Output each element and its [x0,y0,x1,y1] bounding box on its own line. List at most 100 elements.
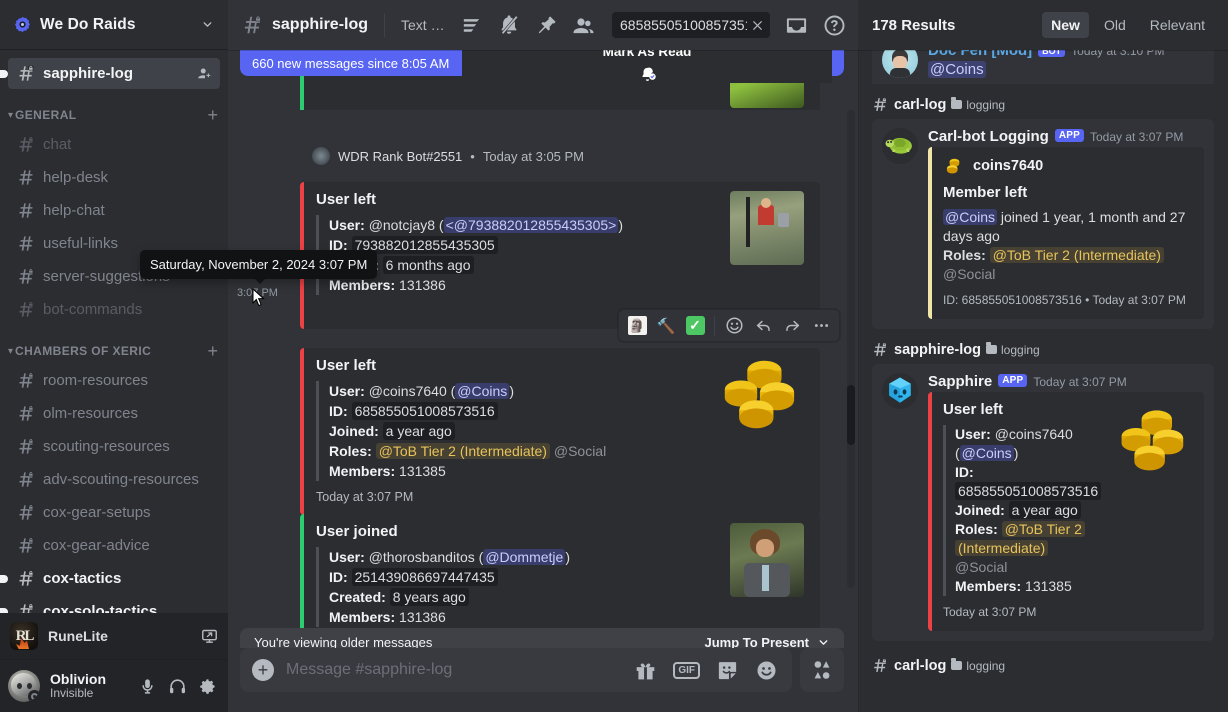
category-general[interactable]: ▾ GENERAL + [0,101,228,129]
mouse-cursor [252,288,265,307]
hash-lock-icon [16,470,36,489]
embed-author-name: coins7640 [973,157,1044,174]
search-input[interactable]: 685855051008573516 [612,12,770,38]
sidebar-item-cox-solo-tactics[interactable]: cox-solo-tactics [0,596,220,613]
result-author[interactable]: Carl-bot Logging [928,128,1049,145]
avatar[interactable] [882,50,918,78]
sidebar-item-adv-scouting-resources[interactable]: adv-scouting-resources [8,464,220,495]
add-reaction-icon[interactable] [721,313,747,339]
avatar[interactable] [312,147,330,165]
result-channel-header[interactable]: carl-log logging [872,657,1214,674]
members-icon[interactable] [572,14,595,37]
result-card[interactable]: Carl-bot Logging APP Today at 3:07 PM co… [872,119,1214,329]
role-secondary[interactable]: @Social [554,443,606,459]
result-author[interactable]: Doc Fen [Mod] [928,50,1032,59]
sticker-icon[interactable] [716,659,739,682]
embed-thumbnail-coins[interactable] [714,349,804,439]
create-channel-icon[interactable]: + [207,106,218,124]
avatar[interactable] [8,670,40,702]
embed-thumbnail[interactable] [730,191,804,265]
embed-thumbnail[interactable] [730,523,804,597]
share-activity-icon[interactable] [201,628,218,645]
sidebar-item-bot-commands[interactable]: bot-commands [8,294,220,325]
hash-lock-icon [872,96,889,113]
user-panel: Oblivion Invisible [0,660,228,712]
sidebar-item-room-resources[interactable]: room-resources [8,365,220,396]
message-list[interactable]: User: @andrews (@ProbzDrunk) Created: 6 … [228,50,858,648]
notification-off-icon[interactable] [498,14,520,36]
reply-icon[interactable] [750,313,776,339]
sidebar-item-help-desk[interactable]: help-desk [8,162,220,193]
sidebar-item-help-chat[interactable]: help-chat [8,195,220,226]
channel-list[interactable]: sapphire-log ▾ GENERAL + chat help-desk help-… [0,50,228,613]
avatar[interactable] [882,128,918,164]
tab-new[interactable]: New [1042,12,1089,38]
sapphire-gem-icon [889,377,911,403]
role-primary[interactable]: @ToB Tier 2 [1001,521,1085,537]
result-channel-header[interactable]: sapphire-log logging [872,341,1214,358]
message-input-wrapper[interactable]: + Message #sapphire-log GIF [240,648,792,692]
role-primary-cont[interactable]: (Intermediate) [955,540,1049,556]
upload-attachment-button[interactable]: + [240,659,286,681]
reaction-ban-icon[interactable]: 🔨 [653,313,679,339]
chevron-down-icon[interactable] [201,18,214,31]
message-scrollbar[interactable] [847,110,855,588]
role-primary[interactable]: @ToB Tier 2 (Intermediate) [989,247,1164,263]
results-list[interactable]: Doc Fen [Mod] BOT Today at 3:10 PM @Coin… [858,50,1228,712]
user-mention[interactable]: @Coins [455,383,510,399]
scrollbar-thumb[interactable] [847,385,855,445]
threads-icon[interactable] [460,14,483,37]
sidebar-item-sapphire-log[interactable]: sapphire-log [0,58,220,89]
field-label-id: ID: [955,464,974,480]
avatar[interactable] [882,373,918,409]
user-mention[interactable]: @Dommetje [483,549,566,565]
sidebar-item-scouting-resources[interactable]: scouting-resources [8,431,220,462]
apps-button[interactable] [800,648,844,692]
pin-icon[interactable] [535,14,557,36]
sidebar-item-cox-tactics[interactable]: cox-tactics [0,563,220,594]
clear-search-icon[interactable] [751,19,764,32]
category-chambers-of-xeric[interactable]: ▾ CHAMBERS OF XERIC + [0,337,228,365]
sidebar-item-cox-gear-setups[interactable]: cox-gear-setups [8,497,220,528]
result-channel-header[interactable]: carl-log logging [872,96,1214,113]
sidebar-item-olm-resources[interactable]: olm-resources [8,398,220,429]
gear-icon[interactable] [194,673,220,699]
embed-thumbnail-coins[interactable] [1112,400,1192,480]
result-body-mention[interactable]: @Coins [928,61,986,78]
reaction-troll-icon[interactable]: 🗿 [624,313,650,339]
result-card[interactable]: Sapphire APP Today at 3:07 PM User left … [872,364,1214,641]
folder-icon [951,97,963,109]
role-secondary[interactable]: @Social [955,559,1007,575]
message-gutter: 3:07 PM [228,348,300,515]
reaction-check-icon[interactable]: ✓ [682,313,708,339]
bot-name[interactable]: WDR Rank Bot#2551 [338,149,462,164]
role-secondary[interactable]: @Social [943,266,995,282]
headphones-icon[interactable] [164,673,190,699]
user-mention[interactable]: @Coins [959,445,1014,461]
gif-picker-button[interactable]: GIF [673,661,700,679]
result-author[interactable]: Sapphire [928,373,992,390]
gift-icon[interactable] [634,659,657,682]
create-invite-icon[interactable] [197,66,212,81]
sidebar-item-cox-gear-advice[interactable]: cox-gear-advice [8,530,220,561]
server-header[interactable]: We Do Raids [0,0,228,50]
help-icon[interactable] [823,14,846,37]
tab-old[interactable]: Old [1095,12,1135,38]
tab-relevant[interactable]: Relevant [1141,12,1214,38]
user-info[interactable]: Oblivion Invisible [48,671,126,701]
sidebar-item-chat[interactable]: chat [8,129,220,160]
emoji-picker-icon[interactable] [755,659,778,682]
result-category-label: logging [966,658,1006,673]
inbox-icon[interactable] [785,14,808,37]
message-input[interactable]: Message #sapphire-log [286,661,634,679]
channel-topic[interactable]: Text and voice sapphire logs are in #tex… [401,17,452,33]
forward-icon[interactable] [779,313,805,339]
role-primary[interactable]: @ToB Tier 2 (Intermediate) [375,443,550,459]
user-mention[interactable]: <@793882012855435305> [443,217,619,233]
create-channel-icon[interactable]: + [207,342,218,360]
now-playing-bar[interactable]: RL RuneLite [0,613,228,660]
microphone-icon[interactable] [134,673,160,699]
more-options-icon[interactable] [808,313,834,339]
embed-mention[interactable]: @Coins [943,209,998,225]
new-messages-banner[interactable]: 660 new messages since 8:05 AM Mark As R… [240,43,844,83]
